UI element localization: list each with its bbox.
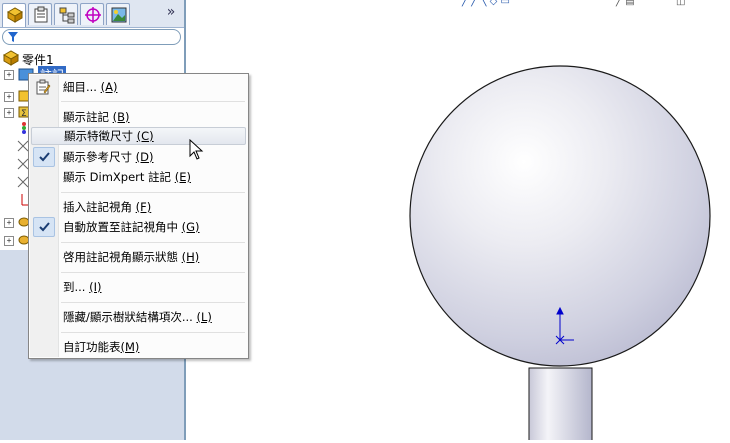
menu-item-label: 顯示 DimXpert 註記 <box>63 170 175 184</box>
feature-tree-icon <box>6 7 24 23</box>
tree-item-material[interactable]: + Σ <box>0 104 30 120</box>
menu-item-label: 啓用註記視角顯示狀態 <box>63 250 182 264</box>
menu-separator <box>61 272 245 273</box>
tab-configuration-manager[interactable] <box>54 3 78 25</box>
menu-item-enable-display-states[interactable]: 啓用註記視角顯示狀態 (H) <box>59 248 247 266</box>
panel-tab-bar: » <box>0 0 184 28</box>
tree-filter-field[interactable] <box>2 29 181 45</box>
menu-item-accelerator: (C) <box>136 129 154 143</box>
svg-text:Σ: Σ <box>21 109 27 119</box>
heads-up-toolbar[interactable]: ╱ ╱ ╲ ◇ ▭ ╱ ▤ ◫ <box>461 0 685 7</box>
display-manager-icon <box>111 7 127 23</box>
model-view: ╱ ╱ ╲ ◇ ▭ ╱ ▤ ◫ <box>409 0 711 443</box>
expand-icon[interactable]: + <box>4 218 14 228</box>
menu-separator <box>61 302 245 303</box>
menu-item-label: 隱藏/顯示樹狀結構項次... <box>63 310 197 324</box>
tree-item-revolve[interactable]: + <box>0 214 30 230</box>
shaft-body[interactable] <box>528 367 593 443</box>
checkmark-icon <box>39 222 50 232</box>
tab-feature-manager[interactable] <box>2 3 26 27</box>
menu-item-label: 顯示參考尺寸 <box>63 150 136 164</box>
check-indicator <box>33 147 55 167</box>
menu-item-label: 顯示特徵尺寸 <box>64 129 137 143</box>
menu-item-accelerator: (D) <box>135 150 154 164</box>
menu-item-accelerator: (I) <box>89 280 102 294</box>
configuration-manager-icon <box>59 7 75 24</box>
menu-item-auto-place-annotation-view[interactable]: 自動放置至註記視角中 (G) <box>59 218 247 236</box>
tree-item-top-plane[interactable] <box>0 156 30 172</box>
filter-icon <box>8 32 18 42</box>
menu-item-insert-annotation-view[interactable]: 插入註記視角 (F) <box>59 198 247 216</box>
dimxpert-icon <box>85 7 101 23</box>
menu-item-show-dimxpert-annotations[interactable]: 顯示 DimXpert 註記 (E) <box>59 168 247 186</box>
svg-text:◫: ◫ <box>676 0 685 7</box>
expand-icon[interactable]: + <box>4 108 14 118</box>
part-icon <box>2 50 20 66</box>
tree-item-right-plane[interactable] <box>0 174 30 190</box>
menu-separator <box>61 332 245 333</box>
menu-item-label: 自動放置至註記視角中 <box>63 220 182 234</box>
menu-item-show-feature-dimensions[interactable]: 顯示特徵尺寸 (C) <box>31 127 246 145</box>
menu-item-accelerator: (H) <box>181 250 200 264</box>
menu-item-goto[interactable]: 到... (I) <box>59 278 247 296</box>
graphics-area[interactable]: ╱ ╱ ╲ ◇ ▭ ╱ ▤ ◫ <box>186 0 730 443</box>
menu-item-hide-show-tree-items[interactable]: 隱藏/顯示樹狀結構項次... (L) <box>59 308 247 326</box>
menu-item-label: 自訂功能表 <box>63 340 121 354</box>
tree-item-lighting[interactable] <box>0 120 30 136</box>
menu-item-accelerator: (G) <box>181 220 200 234</box>
expand-icon[interactable]: + <box>4 236 14 246</box>
menu-item-label: 到... <box>63 280 90 294</box>
tree-item-sensors[interactable]: + <box>0 88 30 104</box>
menu-item-label: 細目... <box>63 80 101 94</box>
menu-item-label: 顯示註記 <box>63 110 113 124</box>
menu-item-accelerator: (E) <box>174 170 191 184</box>
tab-dimxpert-manager[interactable] <box>80 3 104 25</box>
menu-separator <box>61 101 245 102</box>
menu-item-accelerator: (L) <box>196 310 212 324</box>
menu-item-show-reference-dimensions[interactable]: 顯示參考尺寸 (D) <box>59 148 247 166</box>
tree-item-origin[interactable] <box>0 192 30 208</box>
mouse-pointer-icon <box>189 139 204 160</box>
menu-separator <box>61 242 245 243</box>
tab-property-manager[interactable] <box>28 3 52 25</box>
menu-item-show-annotations[interactable]: 顯示註記 (B) <box>59 108 247 126</box>
check-indicator <box>33 217 55 237</box>
menu-item-accelerator: (F) <box>135 200 152 214</box>
expand-icon[interactable]: + <box>4 70 14 80</box>
tab-display-manager[interactable] <box>106 3 130 25</box>
expand-icon[interactable]: + <box>4 92 14 102</box>
menu-separator <box>61 192 245 193</box>
svg-text:╱ ▤: ╱ ▤ <box>615 0 635 7</box>
svg-text:╱ ╱ ╲ ◇ ▭: ╱ ╱ ╲ ◇ ▭ <box>461 0 510 7</box>
tree-item-front-plane[interactable] <box>0 138 30 154</box>
menu-item-accelerator: (B) <box>112 110 130 124</box>
menu-item-label: 插入註記視角 <box>63 200 136 214</box>
menu-icon-gutter <box>30 75 59 357</box>
property-manager-icon <box>34 6 48 23</box>
menu-item-details[interactable]: 細目... (A) <box>59 78 247 96</box>
menu-item-accelerator: (M) <box>120 340 140 354</box>
tree-item-extrude[interactable]: + <box>0 232 30 248</box>
tree-root-part[interactable]: 零件1 <box>0 50 184 67</box>
menu-item-accelerator: (A) <box>100 80 118 94</box>
checkmark-icon <box>39 152 50 162</box>
properties-icon <box>36 79 51 95</box>
chevron-right-icon[interactable]: » <box>164 5 178 19</box>
menu-item-customize-menu[interactable]: 自訂功能表(M) <box>59 338 247 356</box>
context-menu: 細目... (A) 顯示註記 (B) 顯示特徵尺寸 (C) 顯示參考尺寸 (D)… <box>28 73 249 359</box>
